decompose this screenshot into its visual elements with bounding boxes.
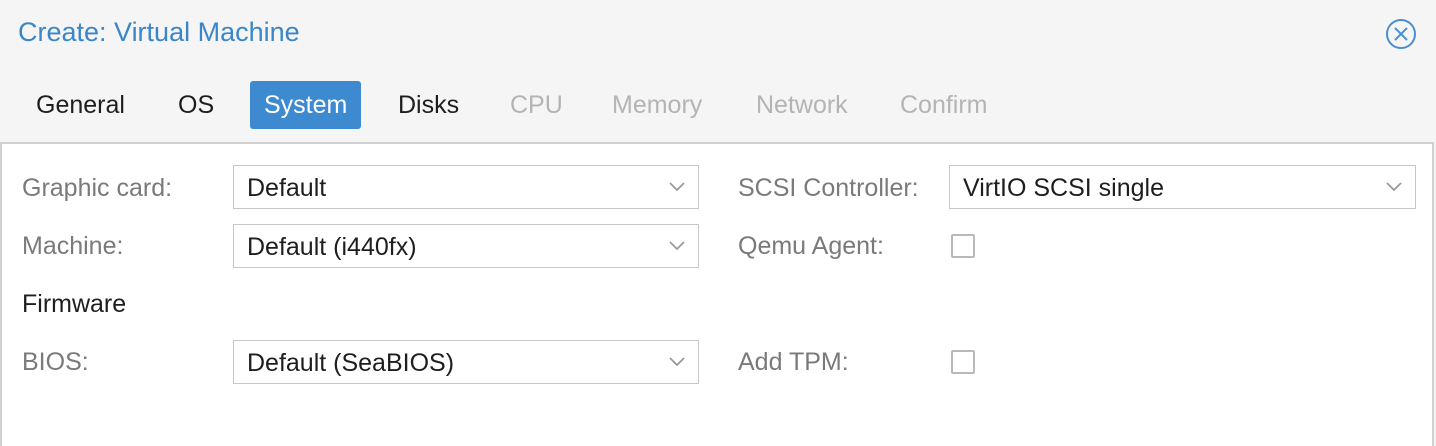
graphic-card-select[interactable]: Default — [233, 165, 699, 209]
machine-value: Default (i440fx) — [247, 233, 417, 261]
tab-general[interactable]: General — [22, 81, 139, 129]
scsi-controller-label: SCSI Controller: — [738, 174, 919, 202]
bios-select[interactable]: Default (SeaBIOS) — [233, 340, 699, 384]
qemu-agent-checkbox[interactable] — [951, 234, 975, 258]
dialog-title: Create: Virtual Machine — [18, 17, 300, 47]
machine-select[interactable]: Default (i440fx) — [233, 224, 699, 268]
chevron-down-icon — [669, 182, 685, 192]
add-tpm-label: Add TPM: — [738, 348, 849, 376]
close-button[interactable] — [1384, 17, 1418, 51]
tab-network: Network — [756, 91, 848, 119]
tab-system[interactable]: System — [250, 81, 362, 129]
graphic-card-label: Graphic card: — [22, 174, 173, 202]
graphic-card-value: Default — [247, 174, 327, 202]
dialog-header: Create: Virtual Machine — [0, 0, 1436, 66]
chevron-down-icon — [669, 241, 685, 251]
system-form-panel: Graphic card: Default Machine: Default (… — [0, 142, 1434, 446]
chevron-down-icon — [1386, 182, 1402, 192]
create-vm-dialog: Create: Virtual Machine General OS Syste… — [0, 0, 1436, 446]
chevron-down-icon — [669, 357, 685, 367]
scsi-controller-select[interactable]: VirtIO SCSI single — [949, 165, 1416, 209]
tab-confirm: Confirm — [900, 91, 988, 119]
qemu-agent-label: Qemu Agent: — [738, 232, 884, 260]
tab-memory: Memory — [612, 91, 703, 119]
close-circle-icon — [1386, 19, 1416, 49]
wizard-tabs: General OS System Disks CPU Memory Netwo… — [0, 66, 1436, 142]
bios-label: BIOS: — [22, 348, 89, 376]
tab-os[interactable]: OS — [164, 81, 228, 129]
scsi-controller-value: VirtIO SCSI single — [963, 174, 1165, 202]
add-tpm-checkbox[interactable] — [951, 350, 975, 374]
firmware-section-title: Firmware — [22, 290, 127, 318]
bios-value: Default (SeaBIOS) — [247, 349, 455, 377]
machine-label: Machine: — [22, 232, 124, 260]
tab-disks[interactable]: Disks — [384, 81, 473, 129]
tab-cpu: CPU — [510, 91, 563, 119]
